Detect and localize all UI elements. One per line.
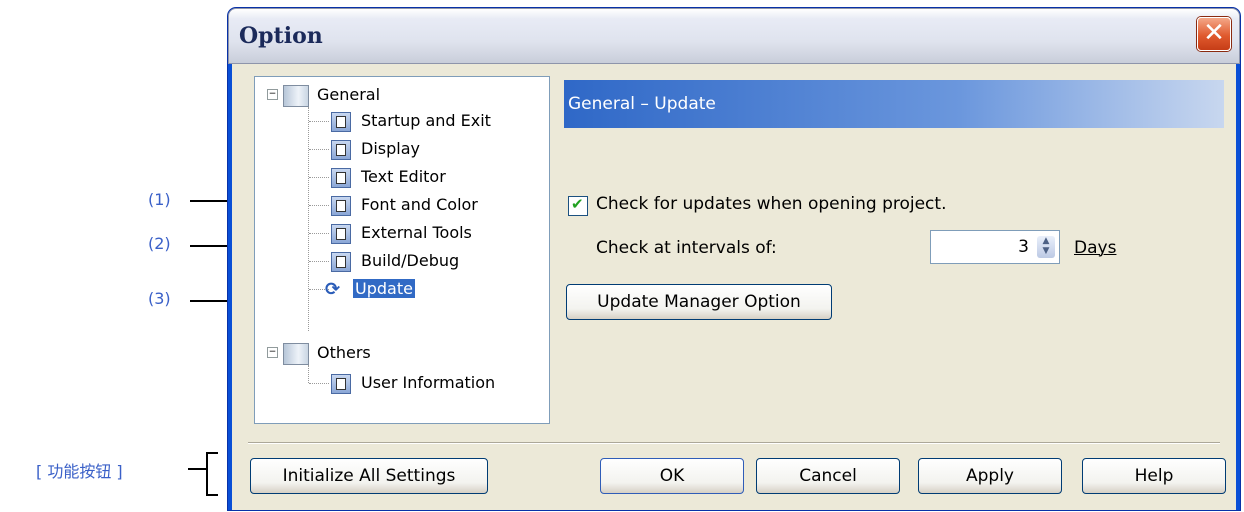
tree-item-label-selected: Update	[353, 279, 415, 298]
page-icon	[331, 111, 351, 132]
interval-stepper[interactable]: 3 ▲ ▼	[930, 230, 1060, 264]
ok-button[interactable]: OK	[600, 458, 744, 494]
tree-line	[308, 107, 309, 331]
tree-line	[309, 261, 329, 262]
callout-3: (3)	[148, 289, 171, 308]
callout-2: (2)	[148, 234, 171, 253]
tree-item-label: Text Editor	[361, 167, 446, 186]
tree-line	[309, 383, 329, 384]
function-buttons-line	[188, 468, 206, 470]
tree-item-font-and-color[interactable]: Font and Color	[331, 193, 478, 217]
tree-line	[309, 205, 329, 206]
cancel-button[interactable]: Cancel	[756, 458, 900, 494]
interval-unit-label: Days	[1074, 238, 1117, 258]
tree-item-external-tools[interactable]: External Tools	[331, 221, 472, 245]
update-icon: ⟳	[325, 278, 341, 300]
panel-header: General – Update	[564, 80, 1224, 128]
function-buttons-label: [ 功能按钮 ]	[36, 462, 123, 481]
help-button[interactable]: Help	[1082, 458, 1226, 494]
page-icon	[331, 223, 351, 244]
dialog-title: Option	[239, 23, 323, 49]
tree-node-general[interactable]: General	[283, 83, 380, 107]
function-buttons-brace	[206, 452, 218, 496]
tree-item-display[interactable]: Display	[331, 137, 420, 161]
collapse-general-icon[interactable]: −	[267, 89, 278, 100]
update-manager-option-button[interactable]: Update Manager Option	[566, 284, 832, 320]
tree-item-user-information[interactable]: User Information	[331, 371, 495, 395]
dialog-client: − General Startup and Exit Display Text …	[232, 64, 1236, 510]
tree-item-label: External Tools	[361, 223, 472, 242]
interval-value[interactable]: 3	[1018, 237, 1029, 257]
collapse-others-icon[interactable]: −	[267, 347, 278, 358]
tree-item-label: User Information	[361, 373, 496, 392]
tree-line	[309, 121, 329, 122]
initialize-all-settings-button[interactable]: Initialize All Settings	[250, 458, 488, 494]
option-dialog: Option ✕ − General Startup and Exit Disp…	[228, 8, 1240, 510]
tree-item-build-debug[interactable]: Build/Debug	[331, 249, 459, 273]
interval-label: Check at intervals of:	[596, 238, 777, 258]
tree-line	[309, 149, 329, 150]
page-icon	[331, 373, 351, 394]
tree-item-update[interactable]: ⟳ Update	[325, 277, 415, 301]
page-icon	[331, 167, 351, 188]
tree-item-label: Build/Debug	[361, 251, 460, 270]
check-updates-checkbox[interactable]	[568, 195, 588, 216]
check-updates-label[interactable]: Check for updates when opening project.	[596, 194, 946, 214]
tree-item-text-editor[interactable]: Text Editor	[331, 165, 446, 189]
tree-node-others[interactable]: Others	[283, 341, 371, 365]
apply-button[interactable]: Apply	[918, 458, 1062, 494]
page-icon	[331, 195, 351, 216]
callout-1: (1)	[148, 190, 171, 209]
tree-item-label: Font and Color	[361, 195, 478, 214]
tree-line	[309, 177, 329, 178]
tree-node-general-label: General	[317, 85, 381, 104]
tree-line	[308, 365, 309, 383]
separator	[248, 442, 1220, 444]
spin-up-down-icon[interactable]: ▲ ▼	[1037, 236, 1055, 258]
tree-item-startup-and-exit[interactable]: Startup and Exit	[331, 109, 491, 133]
tree-item-label: Startup and Exit	[361, 111, 491, 130]
folder-icon	[283, 342, 309, 365]
tree-node-others-label: Others	[317, 343, 371, 362]
page-icon	[331, 139, 351, 160]
page-icon	[331, 251, 351, 272]
tree-item-label: Display	[361, 139, 420, 158]
title-bar[interactable]: Option ✕	[228, 8, 1240, 64]
close-icon[interactable]: ✕	[1197, 17, 1231, 51]
tree-line	[309, 233, 329, 234]
category-tree[interactable]: − General Startup and Exit Display Text …	[254, 76, 550, 424]
folder-icon	[283, 84, 309, 107]
